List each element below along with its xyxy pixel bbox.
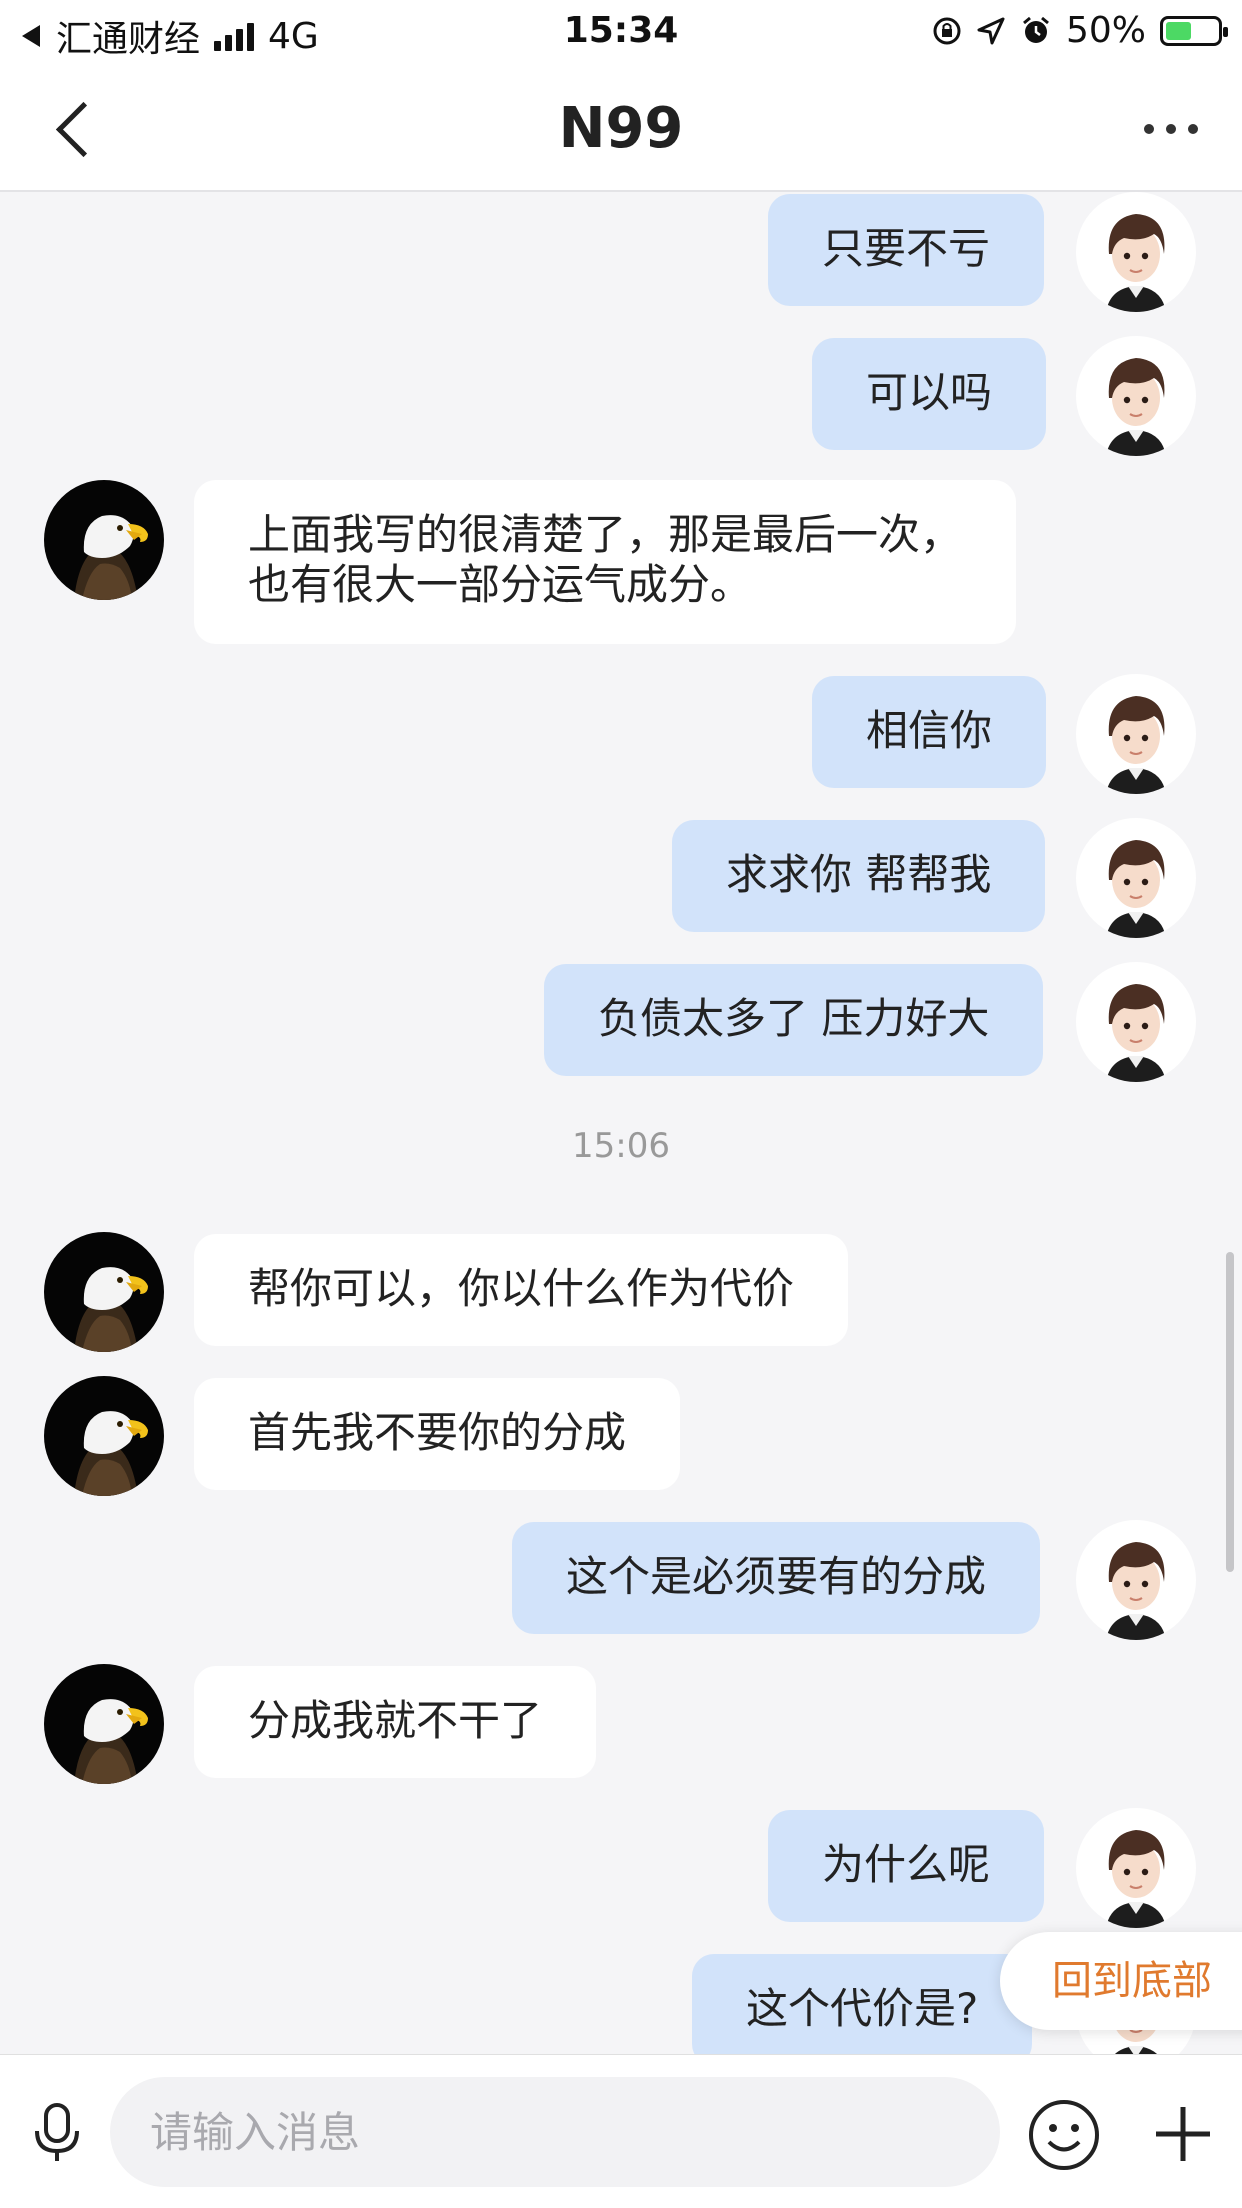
message-bubble-received[interactable]: 帮你可以，你以什么作为代价 (194, 1234, 849, 1346)
back-to-bottom-button[interactable]: 回到底部 (1000, 1932, 1242, 2030)
message-bubble-sent[interactable]: 求求你 帮帮我 (672, 820, 1046, 932)
message-timestamp: 15:06 (572, 1126, 670, 1166)
my-avatar-icon[interactable] (1076, 1808, 1196, 1928)
emoji-icon[interactable] (1026, 2097, 1102, 2173)
message-bubble-received[interactable]: 首先我不要你的分成 (194, 1378, 681, 1490)
message-bubble-sent[interactable]: 为什么呢 (768, 1810, 1045, 1922)
message-bubble-sent[interactable]: 这个代价是? (692, 1954, 1033, 2054)
my-avatar-icon[interactable] (1076, 962, 1196, 1082)
voice-input-icon[interactable] (22, 2097, 92, 2167)
my-avatar-icon[interactable] (1076, 1520, 1196, 1640)
more-options-button[interactable] (1144, 106, 1198, 152)
eagle-avatar-icon[interactable] (44, 480, 164, 600)
chat-title: N99 (558, 96, 684, 161)
message-bubble-sent[interactable]: 可以吗 (812, 338, 1047, 450)
battery-icon (1160, 15, 1228, 46)
battery-percent: 50% (1065, 10, 1146, 51)
alarm-icon (1023, 16, 1049, 43)
message-bubble-received[interactable]: 分成我就不干了 (194, 1666, 597, 1778)
eagle-avatar-icon[interactable] (44, 1232, 164, 1352)
message-input[interactable] (110, 2077, 1000, 2187)
status-bar-right: 50% (932, 10, 1228, 51)
rotation-lock-icon (933, 17, 961, 44)
my-avatar-icon[interactable] (1076, 336, 1196, 456)
message-bubble-sent[interactable]: 这个是必须要有的分成 (512, 1522, 1041, 1634)
message-bubble-sent[interactable]: 相信你 (812, 676, 1047, 788)
message-bubble-received[interactable]: 上面我写的很清楚了，那是最后一次， 也有很大一部分运气成分。 (194, 480, 1017, 644)
chat-header: N99 (0, 66, 1242, 192)
message-bubble-sent[interactable]: 负债太多了 压力好大 (544, 964, 1044, 1076)
location-icon (977, 17, 1005, 44)
chat-scrollbar[interactable] (1226, 1252, 1234, 1572)
battery-level (1166, 21, 1191, 40)
message-list[interactable]: 只要不亏 可以吗 上面我写的很清楚了，那是最后一次， 也有很大一部分运气成分。 … (0, 192, 1242, 2054)
status-bar: 汇通财经 4G 15:34 50% (0, 0, 1242, 66)
eagle-avatar-icon[interactable] (44, 1664, 164, 1784)
my-avatar-icon[interactable] (1076, 192, 1196, 312)
my-avatar-icon[interactable] (1076, 674, 1196, 794)
eagle-avatar-icon[interactable] (44, 1376, 164, 1496)
plus-icon[interactable] (1148, 2099, 1218, 2169)
message-bubble-sent[interactable]: 只要不亏 (768, 194, 1045, 306)
my-avatar-icon[interactable] (1076, 818, 1196, 938)
input-bar (0, 2054, 1242, 2208)
